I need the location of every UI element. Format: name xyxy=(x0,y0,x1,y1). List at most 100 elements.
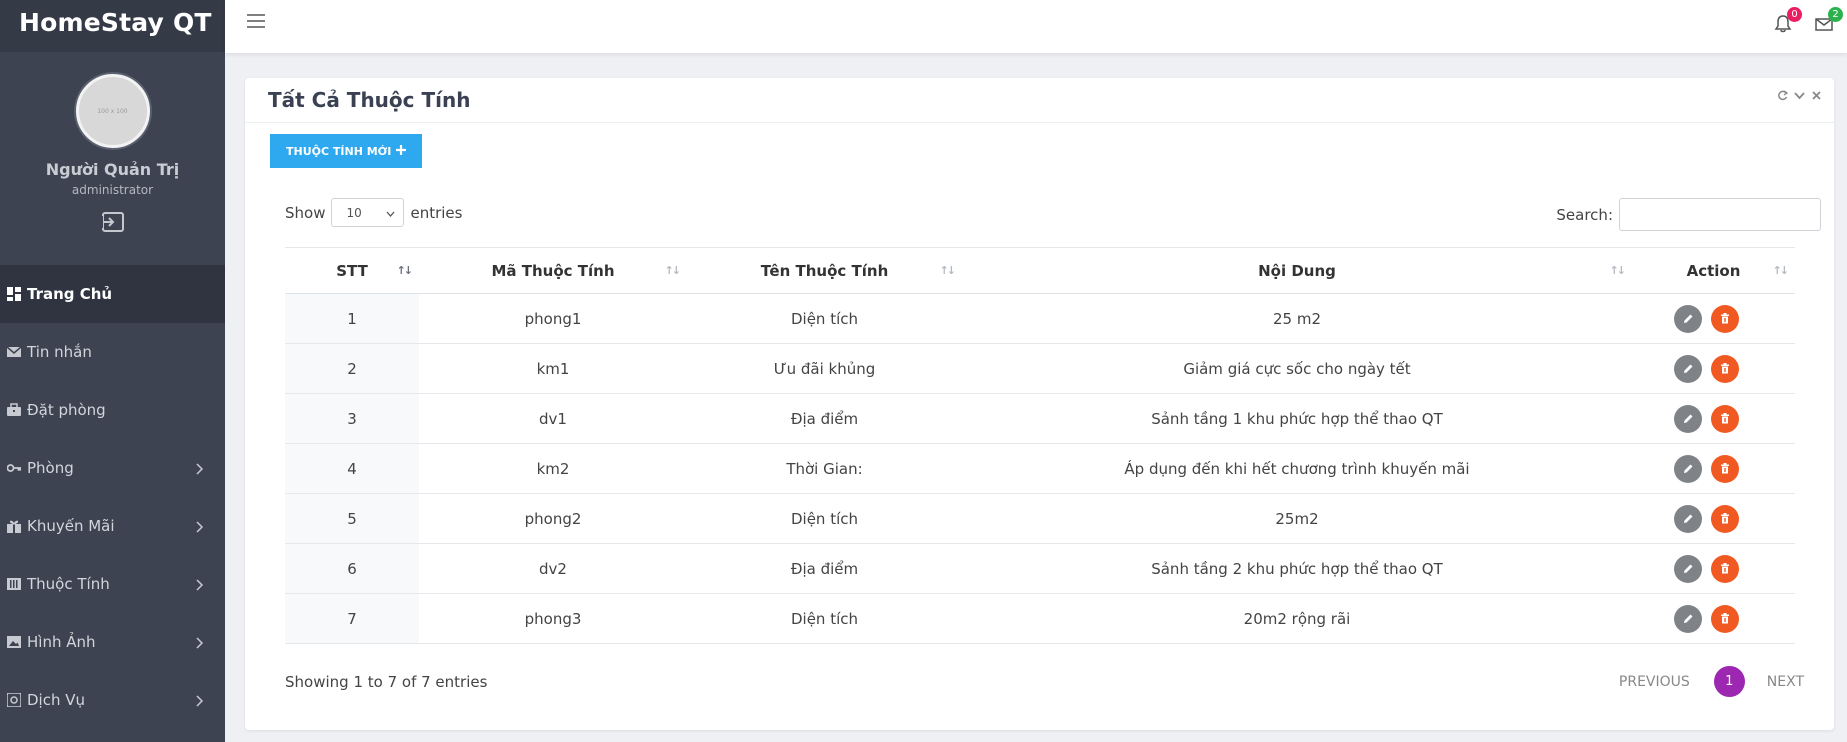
close-icon[interactable] xyxy=(1811,90,1822,101)
list-icon xyxy=(7,577,21,591)
delete-button[interactable] xyxy=(1711,354,1739,383)
edit-button[interactable] xyxy=(1674,454,1702,483)
edit-button[interactable] xyxy=(1674,554,1702,583)
cell-name: Diện tích xyxy=(687,293,962,344)
cell-code: km1 xyxy=(419,343,687,394)
edit-button[interactable] xyxy=(1674,404,1702,433)
notifications-badge: 0 xyxy=(1787,7,1802,22)
cell-stt: 5 xyxy=(285,493,419,544)
row-actions xyxy=(1632,404,1795,433)
cell-content: 20m2 rộng rãi xyxy=(962,593,1632,644)
sidebar-item-label: Thuộc Tính xyxy=(27,575,110,593)
trash-icon xyxy=(1720,460,1730,478)
entries-select[interactable]: 10 xyxy=(331,198,405,227)
profile-panel: 100 x 100 Người Quản Trị administrator xyxy=(0,52,225,265)
cell-stt: 7 xyxy=(285,593,419,644)
table-row: 2 km1 Ưu đãi khủng Giảm giá cực sốc cho ngà… xyxy=(285,343,1795,394)
sidebar-item-bookings[interactable]: Đặt phòng xyxy=(0,381,225,439)
sort-icon: ↑↓ xyxy=(1772,264,1790,277)
avatar: 100 x 100 xyxy=(75,74,150,148)
pencil-icon xyxy=(1683,560,1694,578)
attributes-card: Tất Cả Thuộc Tính THUỘC TÍNH MỚI Show 10… xyxy=(245,78,1834,730)
cell-actions xyxy=(1632,543,1795,594)
cell-content: Áp dụng đến khi hết chương trình khuyến … xyxy=(962,443,1632,494)
cell-actions xyxy=(1632,343,1795,394)
new-attribute-label: THUỘC TÍNH MỚI xyxy=(286,144,392,158)
column-header-content[interactable]: Nội Dung ↑↓ xyxy=(962,247,1632,294)
cell-content: Giảm giá cực sốc cho ngày tết xyxy=(962,343,1632,394)
cell-actions xyxy=(1632,493,1795,544)
bell-icon xyxy=(1773,15,1793,38)
chevron-right-icon xyxy=(195,635,204,649)
table-body: 1 phong1 Diện tích 25 m2 2 km1 Ưu đãi khủng Giả… xyxy=(285,293,1795,644)
sidebar-item-label: Khuyến Mãi xyxy=(27,517,115,535)
edit-button[interactable] xyxy=(1674,604,1702,633)
trash-icon xyxy=(1720,410,1730,428)
chevron-right-icon xyxy=(195,693,204,707)
delete-button[interactable] xyxy=(1711,604,1739,633)
delete-button[interactable] xyxy=(1711,554,1739,583)
delete-button[interactable] xyxy=(1711,504,1739,533)
page-1-button[interactable]: 1 xyxy=(1713,666,1745,697)
cell-stt: 6 xyxy=(285,543,419,594)
cell-content: Sảnh tầng 1 khu phức hợp thể thao QT xyxy=(962,393,1632,444)
delete-button[interactable] xyxy=(1711,304,1739,333)
cell-code: phong2 xyxy=(419,493,687,544)
pencil-icon xyxy=(1683,610,1694,628)
chevron-right-icon xyxy=(195,519,204,533)
edit-button[interactable] xyxy=(1674,304,1702,333)
cell-code: phong3 xyxy=(419,593,687,644)
sidebar-item-images[interactable]: Hình Ảnh xyxy=(0,613,225,671)
cell-code: dv1 xyxy=(419,393,687,444)
search-input[interactable] xyxy=(1619,198,1821,231)
column-header-name[interactable]: Tên Thuộc Tính ↑↓ xyxy=(687,247,962,294)
briefcase-icon xyxy=(7,403,21,417)
brand-logo[interactable]: HomeStay QT xyxy=(0,0,225,52)
collapse-icon[interactable] xyxy=(1794,90,1805,101)
row-actions xyxy=(1632,304,1795,333)
previous-button[interactable]: PREVIOUS xyxy=(1619,674,1690,690)
next-button[interactable]: NEXT xyxy=(1767,674,1804,690)
row-actions xyxy=(1632,554,1795,583)
plus-icon xyxy=(396,144,407,158)
sidebar-item-promotions[interactable]: Khuyến Mãi xyxy=(0,497,225,555)
new-attribute-button[interactable]: THUỘC TÍNH MỚI xyxy=(270,134,423,168)
hamburger-menu-icon[interactable] xyxy=(247,13,265,29)
row-actions xyxy=(1632,454,1795,483)
column-header-stt[interactable]: STT ↑↓ xyxy=(285,247,419,294)
column-header-code[interactable]: Mã Thuộc Tính ↑↓ xyxy=(419,247,687,294)
sidebar-item-messages[interactable]: Tin nhắn xyxy=(0,323,225,381)
sidebar-item-attributes[interactable]: Thuộc Tính xyxy=(0,555,225,613)
messages-button[interactable]: 2 xyxy=(1814,7,1843,34)
trash-icon xyxy=(1720,310,1730,328)
chevron-right-icon xyxy=(195,577,204,591)
pencil-icon xyxy=(1683,310,1694,328)
cell-actions xyxy=(1632,393,1795,444)
gift-icon xyxy=(7,519,21,533)
cell-code: phong1 xyxy=(419,293,687,344)
table-row: 3 dv1 Địa điểm Sảnh tầng 1 khu phức hợp thể… xyxy=(285,393,1795,444)
delete-button[interactable] xyxy=(1711,404,1739,433)
edit-button[interactable] xyxy=(1674,504,1702,533)
sidebar-item-dashboard[interactable]: Trang Chủ xyxy=(0,265,225,323)
chevron-down-icon xyxy=(386,206,395,220)
refresh-icon[interactable] xyxy=(1777,90,1788,101)
envelope-icon xyxy=(1814,18,1834,38)
logout-icon[interactable] xyxy=(99,211,126,233)
table-row: 5 phong2 Diện tích 25m2 xyxy=(285,493,1795,544)
sidebar-item-services[interactable]: Dịch Vụ xyxy=(0,671,225,729)
page-title: Tất Cả Thuộc Tính xyxy=(268,88,471,112)
trash-icon xyxy=(1720,360,1730,378)
cell-stt: 1 xyxy=(285,293,419,344)
pagination: PREVIOUS 1 NEXT xyxy=(1619,666,1804,697)
cell-name: Diện tích xyxy=(687,593,962,644)
row-actions xyxy=(1632,604,1795,633)
sidebar-menu: Trang Chủ Tin nhắn Đặt phòng Phòng Khuyế… xyxy=(0,265,225,729)
column-header-action[interactable]: Action ↑↓ xyxy=(1632,247,1795,294)
delete-button[interactable] xyxy=(1711,454,1739,483)
cell-content: 25 m2 xyxy=(962,293,1632,344)
pencil-icon xyxy=(1683,360,1694,378)
notifications-button[interactable]: 0 xyxy=(1773,7,1802,34)
edit-button[interactable] xyxy=(1674,354,1702,383)
sidebar-item-rooms[interactable]: Phòng xyxy=(0,439,225,497)
